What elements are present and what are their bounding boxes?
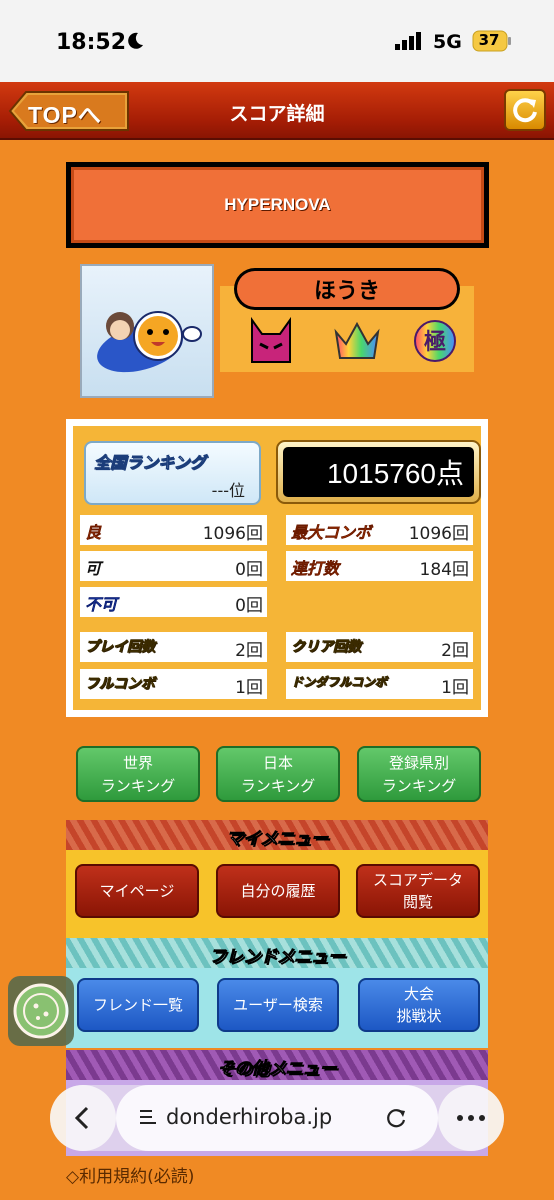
prefecture-ranking-line2: ランキング [381,777,457,795]
terms-link[interactable]: ◇利用規約(必読) [66,1162,194,1187]
prefecture-ranking-button[interactable]: 登録県別 ランキング [357,746,481,802]
kiwami-rank-icon: 極 [414,320,456,362]
status-time: 18:52 [56,30,127,55]
history-button[interactable]: 自分の履歴 [216,864,340,918]
svg-text:極: 極 [424,329,446,355]
stat-donderful-value: 1回 [441,678,469,698]
stat-fuka-label: 不可 [85,595,118,614]
ranking-label: 全国ランキング [94,453,206,473]
stat-ryo-value: 1096回 [202,524,263,544]
japan-ranking-line2: ランキング [240,777,316,795]
user-search-label: ユーザー検索 [233,996,323,1014]
stat-clear-label: クリア回数 [291,639,362,656]
stat-donderful-label: ドンダフルコンボ [291,675,387,690]
ranking-value: ---位 [211,481,245,500]
my-page-label: マイページ [99,882,175,900]
friend-menu-title: フレンドメニュー [209,947,346,968]
stat-play-count: プレイ回数 2回 [80,632,267,662]
signal-icon [395,32,421,50]
moon-icon [128,32,143,49]
national-ranking-box[interactable]: 全国ランキング ---位 [84,441,261,505]
stat-ryo: 良 1096回 [80,515,267,545]
refresh-icon [513,98,537,123]
world-ranking-line1: 世界 [122,754,153,772]
stat-renda: 連打数 184回 [286,551,473,581]
player-name: ほうき [313,279,380,304]
reader-icon [140,1110,156,1124]
refresh-button[interactable] [504,89,546,131]
score-data-line1: スコアデータ [372,871,463,889]
stat-fuka: 不可 0回 [80,587,267,617]
don-chan-avatar-icon [97,311,202,373]
crown-icon [334,321,380,359]
friend-menu-header: フレンドメニュー [66,938,488,968]
stat-full-combo-value: 1回 [235,678,263,698]
tournament-challenge-button[interactable]: 大会 挑戦状 [358,978,480,1032]
stat-renda-value: 184回 [419,560,469,580]
world-ranking-button[interactable]: 世界 ランキング [76,746,200,802]
stat-ka-label: 可 [85,559,102,578]
user-search-button[interactable]: ユーザー検索 [217,978,339,1032]
stat-play-value: 2回 [235,641,263,661]
cookie-settings-button[interactable] [8,976,74,1046]
stat-full-combo-label: フルコンボ [85,676,155,693]
prefecture-ranking-line1: 登録県別 [388,754,449,772]
score-value: 1015760点 [326,458,464,489]
status-bar: 18:52 5G 37 [0,0,554,82]
stat-full-combo: フルコンボ 1回 [80,669,267,699]
browser-back-button[interactable] [50,1085,116,1151]
japan-ranking-button[interactable]: 日本 ランキング [216,746,340,802]
friend-list-button[interactable]: フレンド一覧 [77,978,199,1032]
page-title: スコア詳細 [229,103,325,125]
tournament-line1: 大会 [403,985,434,1003]
score-data-line2: 閲覧 [402,893,433,911]
stat-ryo-label: 良 [85,523,102,542]
other-menu-title: その他メニュー [217,1059,337,1080]
address-bar[interactable]: donderhiroba.jp [116,1085,438,1151]
battery-level: 37 [478,31,500,49]
stat-fuka-value: 0回 [235,596,263,616]
url-text: donderhiroba.jp [166,1105,333,1129]
cookie-icon [13,983,69,1039]
stat-ka-value: 0回 [235,560,263,580]
stat-ka: 可 0回 [80,551,267,581]
stat-clear-value: 2回 [441,641,469,661]
score-data-button[interactable]: スコアデータ 閲覧 [356,864,480,918]
oni-difficulty-icon [251,316,291,363]
my-menu-header: マイメニュー [66,820,488,850]
stat-donderful-combo: ドンダフルコンボ 1回 [286,669,473,699]
song-title: HYPERNOVA [224,195,331,214]
chevron-left-icon [74,1106,89,1130]
score-box: 1015760点 [276,440,481,504]
ellipsis-icon [457,1115,485,1121]
my-menu-title: マイメニュー [226,829,329,850]
my-page-button[interactable]: マイページ [75,864,199,918]
stat-renda-label: 連打数 [291,559,340,578]
stat-play-label: プレイ回数 [85,639,156,656]
app-header: TOPへ スコア詳細 [0,82,554,140]
network-label: 5G [433,31,462,53]
player-name-pill: ほうき [234,268,460,310]
history-label: 自分の履歴 [240,882,316,900]
world-ranking-line2: ランキング [100,777,176,795]
stat-max-combo: 最大コンボ 1096回 [286,515,473,545]
friend-list-label: フレンド一覧 [92,996,183,1014]
player-avatar [80,264,214,398]
stat-max-combo-label: 最大コンボ [291,523,372,542]
more-options-button[interactable] [438,1085,504,1151]
stat-clear-count: クリア回数 2回 [286,632,473,662]
tournament-line2: 挑戦状 [396,1007,442,1025]
score-panel: 全国ランキング ---位 1015760点 良 1096回 最大コンボ 1096… [66,419,488,717]
stat-max-combo-value: 1096回 [408,524,469,544]
japan-ranking-line1: 日本 [262,754,293,772]
song-title-box: HYPERNOVA [66,162,489,248]
reload-icon[interactable] [384,1106,408,1130]
other-menu-header: その他メニュー [66,1050,488,1080]
